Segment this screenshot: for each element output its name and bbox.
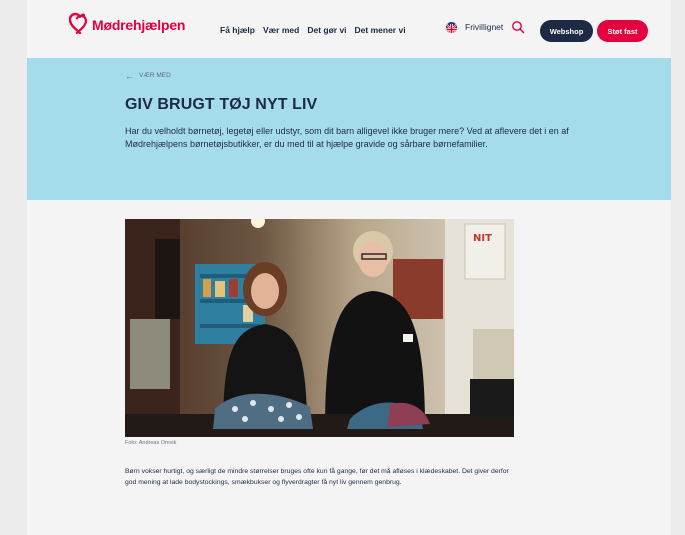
arrow-left-icon: ← — [125, 70, 134, 81]
right-gutter — [671, 0, 685, 535]
article-paragraph: Børn vokser hurtigt, og særligt de mindr… — [125, 468, 509, 486]
nav-item-vaer-med[interactable]: Vær med — [263, 25, 299, 35]
breadcrumb-label: VÆR MED — [139, 72, 171, 79]
logo-icon — [68, 12, 91, 35]
utility-nav: Frivillignet — [446, 20, 525, 34]
nav-item-det-mener-vi[interactable]: Det mener vi — [355, 25, 406, 35]
uk-flag-icon[interactable] — [446, 21, 457, 33]
search-icon[interactable] — [511, 20, 525, 34]
intro-text: Har du velholdt børnetøj, legetøj eller … — [125, 126, 569, 149]
logo[interactable]: Mødrehjælpen — [68, 12, 186, 35]
breadcrumb[interactable]: ← VÆR MED — [125, 70, 171, 81]
svg-text:NIT: NIT — [473, 233, 492, 244]
volunteer-link[interactable]: Frivillignet — [465, 22, 503, 32]
photo-caption: Foto: Andreas Omvik — [125, 440, 177, 446]
main-nav: Få hjælp Vær med Det gør vi Det mener vi — [220, 25, 406, 35]
logo-text: Mødrehjælpen — [92, 17, 186, 33]
page-title: GIV BRUGT TØJ NYT LIV — [125, 96, 318, 113]
nav-item-faa-hjaelp[interactable]: Få hjælp — [220, 25, 255, 35]
hero-section: ← VÆR MED GIV BRUGT TØJ NYT LIV Har du v… — [27, 58, 671, 200]
left-gutter — [0, 0, 27, 535]
nav-item-det-goer-vi[interactable]: Det gør vi — [307, 25, 346, 35]
site-header: Mødrehjælpen Få hjælp Vær med Det gør vi… — [27, 0, 671, 58]
article-photo: NIT — [125, 219, 514, 437]
page: Mødrehjælpen Få hjælp Vær med Det gør vi… — [27, 0, 671, 535]
webshop-button[interactable]: Webshop — [540, 20, 593, 42]
support-button[interactable]: Støt fast — [597, 20, 648, 42]
